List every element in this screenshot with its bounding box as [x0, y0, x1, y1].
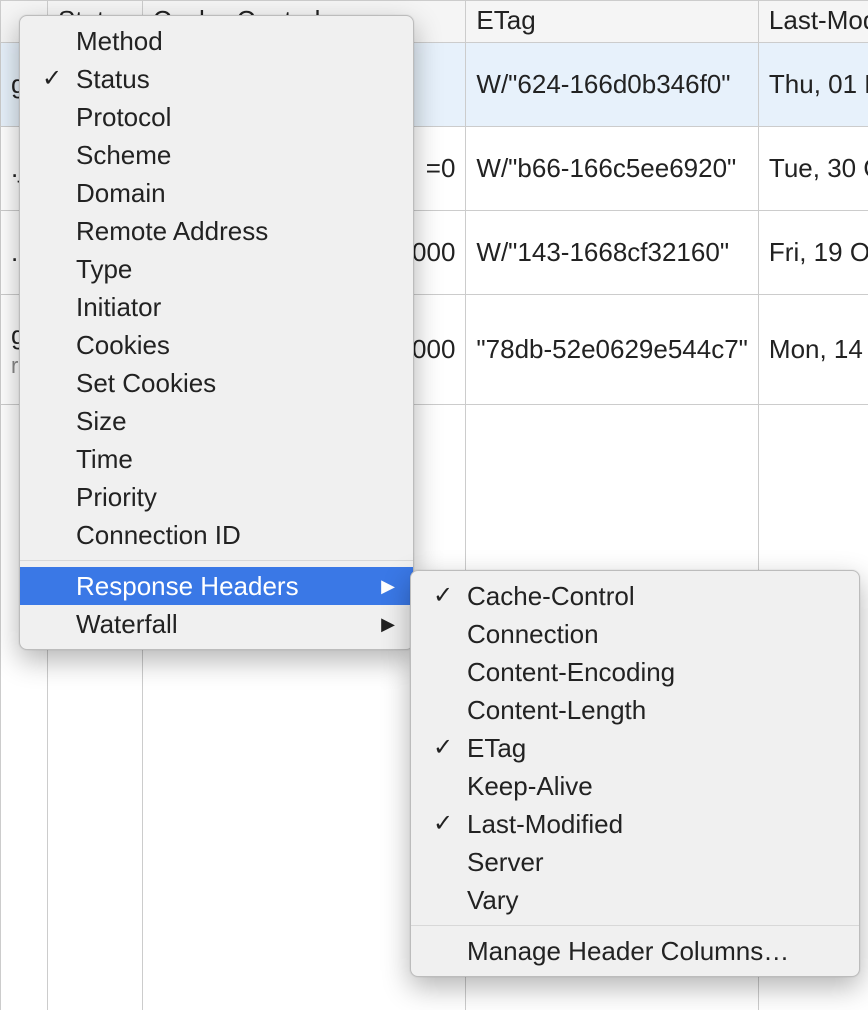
submenu-arrow-icon: ▶ — [381, 576, 395, 597]
check-icon: ✓ — [42, 65, 62, 93]
menu-item-label: Method — [76, 26, 163, 57]
col-header-lastmod[interactable]: Last-Mod — [758, 1, 868, 43]
check-icon: ✓ — [433, 582, 453, 610]
menu-item-label: Server — [467, 847, 544, 878]
submenu-item-content-length[interactable]: Content-Length — [411, 691, 859, 729]
menu-item-status[interactable]: ✓ Status — [20, 60, 413, 98]
menu-item-label: Cookies — [76, 330, 170, 361]
menu-item-set-cookies[interactable]: Set Cookies — [20, 364, 413, 402]
submenu-item-last-modified[interactable]: ✓ Last-Modified — [411, 805, 859, 843]
cell-lastmod: Mon, 14 M — [758, 295, 868, 405]
submenu-arrow-icon: ▶ — [381, 614, 395, 635]
menu-item-label: Status — [76, 64, 150, 95]
cell-etag: "78db-52e0629e544c7" — [466, 295, 758, 405]
menu-item-label: Keep-Alive — [467, 771, 593, 802]
menu-item-label: Scheme — [76, 140, 171, 171]
submenu-item-vary[interactable]: Vary — [411, 881, 859, 919]
menu-item-size[interactable]: Size — [20, 402, 413, 440]
columns-context-menu: Method ✓ Status Protocol Scheme Domain Remote … — [19, 15, 414, 650]
menu-item-label: Connection — [467, 619, 599, 650]
menu-item-protocol[interactable]: Protocol — [20, 98, 413, 136]
menu-item-waterfall[interactable]: Waterfall ▶ — [20, 605, 413, 643]
menu-item-label: Time — [76, 444, 133, 475]
menu-item-priority[interactable]: Priority — [20, 478, 413, 516]
check-icon: ✓ — [433, 734, 453, 762]
menu-separator — [411, 925, 859, 926]
cell-lastmod: Fri, 19 Oc — [758, 211, 868, 295]
menu-item-label: Content-Encoding — [467, 657, 675, 688]
menu-item-connection-id[interactable]: Connection ID — [20, 516, 413, 554]
menu-item-label: Domain — [76, 178, 166, 209]
col-header-etag[interactable]: ETag — [466, 1, 758, 43]
menu-item-label: Initiator — [76, 292, 161, 323]
menu-item-type[interactable]: Type — [20, 250, 413, 288]
cell-etag: W/"624-166d0b346f0" — [466, 43, 758, 127]
menu-item-remote-address[interactable]: Remote Address — [20, 212, 413, 250]
response-headers-submenu: ✓ Cache-Control Connection Content-Encoding… — [410, 570, 860, 977]
menu-item-label: Cache-Control — [467, 581, 635, 612]
cell-etag: W/"b66-166c5ee6920" — [466, 127, 758, 211]
menu-item-label: Protocol — [76, 102, 171, 133]
submenu-item-connection[interactable]: Connection — [411, 615, 859, 653]
menu-item-label: Vary — [467, 885, 519, 916]
cell-lastmod: Tue, 30 O — [758, 127, 868, 211]
submenu-item-cache-control[interactable]: ✓ Cache-Control — [411, 577, 859, 615]
menu-item-label: Priority — [76, 482, 157, 513]
manage-header-columns-item[interactable]: Manage Header Columns… — [411, 932, 859, 970]
menu-item-label: Last-Modified — [467, 809, 623, 840]
check-icon: ✓ — [433, 810, 453, 838]
menu-item-method[interactable]: Method — [20, 22, 413, 60]
menu-item-label: Set Cookies — [76, 368, 216, 399]
menu-item-domain[interactable]: Domain — [20, 174, 413, 212]
menu-item-label: Waterfall — [76, 609, 178, 640]
menu-item-label: Connection ID — [76, 520, 241, 551]
menu-item-initiator[interactable]: Initiator — [20, 288, 413, 326]
cell-etag: W/"143-1668cf32160" — [466, 211, 758, 295]
submenu-item-etag[interactable]: ✓ ETag — [411, 729, 859, 767]
menu-item-label: ETag — [467, 733, 526, 764]
menu-item-scheme[interactable]: Scheme — [20, 136, 413, 174]
menu-item-time[interactable]: Time — [20, 440, 413, 478]
menu-separator — [20, 560, 413, 561]
menu-item-label: Size — [76, 406, 127, 437]
submenu-item-server[interactable]: Server — [411, 843, 859, 881]
menu-item-response-headers[interactable]: Response Headers ▶ — [20, 567, 413, 605]
menu-item-label: Remote Address — [76, 216, 268, 247]
menu-item-label: Response Headers — [76, 571, 299, 602]
menu-item-label: Content-Length — [467, 695, 646, 726]
menu-item-label: Type — [76, 254, 132, 285]
submenu-item-keep-alive[interactable]: Keep-Alive — [411, 767, 859, 805]
menu-item-label: Manage Header Columns… — [467, 936, 789, 967]
submenu-item-content-encoding[interactable]: Content-Encoding — [411, 653, 859, 691]
cell-lastmod: Thu, 01 N — [758, 43, 868, 127]
menu-item-cookies[interactable]: Cookies — [20, 326, 413, 364]
